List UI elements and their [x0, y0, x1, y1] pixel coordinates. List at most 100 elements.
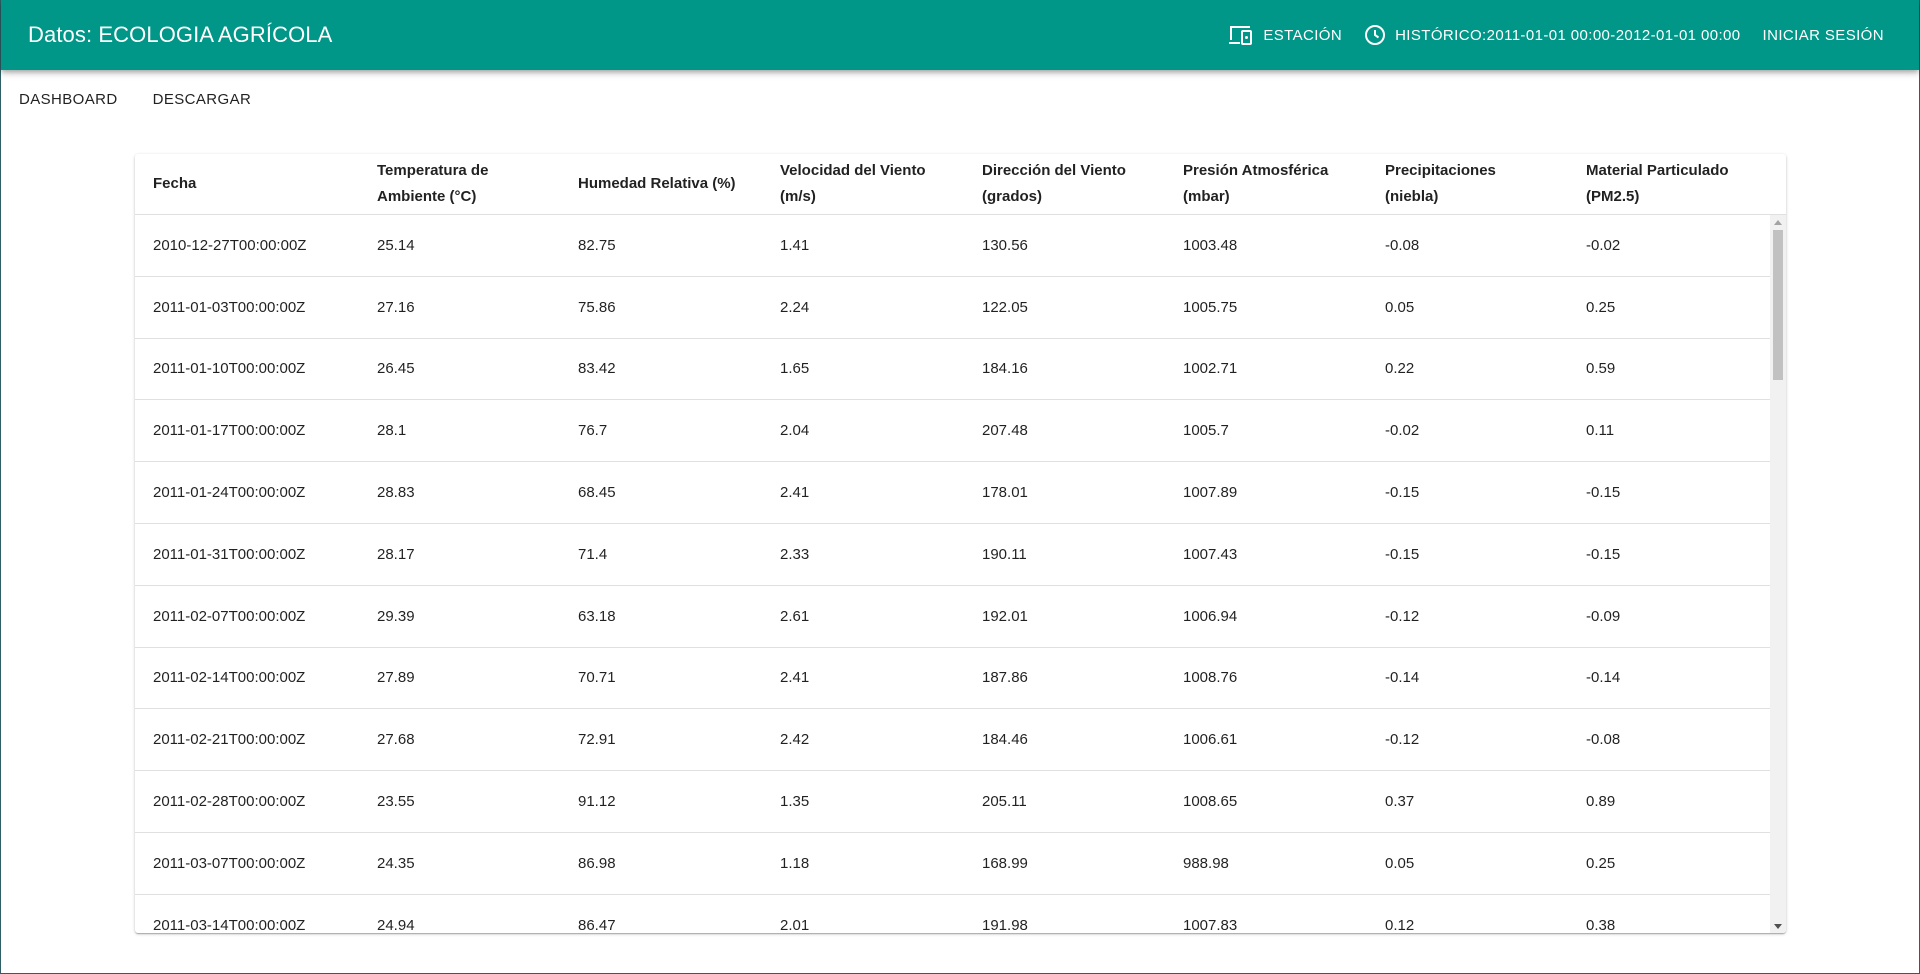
table-cell: 178.01 [982, 484, 1028, 502]
table-cell: 2.01 [780, 916, 810, 933]
table-cell: -0.08 [1586, 731, 1621, 749]
table-cell: 24.35 [377, 854, 415, 872]
table-cell: 86.98 [578, 854, 616, 872]
table-cell: -0.15 [1385, 484, 1420, 502]
table-cell: 68.45 [578, 484, 616, 502]
page-title: Datos: ECOLOGIA AGRÍCOLA [28, 22, 333, 47]
table-cell: 70.71 [578, 669, 616, 687]
table-cell: 1.35 [780, 793, 810, 811]
scroll-up-arrow-icon[interactable] [1770, 215, 1786, 229]
scroll-down-arrow-icon[interactable] [1770, 919, 1786, 933]
table-cell: -0.14 [1586, 669, 1621, 687]
table-cell: 0.25 [1586, 854, 1616, 872]
table-cell: 1008.65 [1183, 793, 1238, 811]
table-row: 2011-01-17T00:00:00Z 28.1 76.7 2.04 207.48 10… [135, 400, 1770, 463]
table-cell: 2011-02-28T00:00:00Z [153, 793, 306, 811]
table-cell: 28.1 [377, 422, 407, 440]
table-cell: 1.65 [780, 360, 810, 378]
history-button[interactable]: HISTÓRICO:2011-01-01 00:00-2012-01-01 00… [1356, 18, 1748, 52]
header-direccion-viento[interactable]: Dirección del Viento (grados) [982, 158, 1126, 210]
table-cell: -0.12 [1385, 607, 1420, 625]
table-cell: 0.59 [1586, 360, 1616, 378]
header-presion[interactable]: Presión Atmosférica (mbar) [1183, 158, 1328, 210]
table-row: 2011-02-14T00:00:00Z 27.89 70.71 2.41 187.86… [135, 648, 1770, 710]
table-cell: 28.17 [377, 545, 415, 563]
data-table: Fecha Temperatura de Ambiente (°C) Humeda… [135, 154, 1786, 933]
table-cell: 1006.94 [1183, 607, 1238, 625]
table-row: 2011-03-07T00:00:00Z 24.35 86.98 1.18 168.99… [135, 833, 1770, 895]
tab-bar: DASHBOARD DESCARGAR [1, 70, 1919, 128]
table-cell: 71.4 [578, 545, 608, 563]
history-label: HISTÓRICO:2011-01-01 00:00-2012-01-01 00… [1395, 26, 1741, 44]
table-cell: 1008.76 [1183, 669, 1238, 687]
table-row: 2011-01-10T00:00:00Z 26.45 83.42 1.65 184.16… [135, 339, 1770, 401]
table-cell: 2.42 [780, 731, 810, 749]
table-cell: 63.18 [578, 607, 616, 625]
table-cell: 2011-01-31T00:00:00Z [153, 545, 306, 563]
table-cell: 1007.89 [1183, 484, 1238, 502]
login-button[interactable]: INICIAR SESIÓN [1755, 21, 1892, 50]
station-button[interactable]: ESTACIÓN [1220, 18, 1350, 52]
table-cell: 184.16 [982, 360, 1028, 378]
table-cell: 0.05 [1385, 298, 1415, 316]
table-cell: 76.7 [578, 422, 608, 440]
table-cell: 28.83 [377, 484, 415, 502]
table-cell: 24.94 [377, 916, 415, 933]
table-cell: 2.41 [780, 484, 810, 502]
header-precipitaciones[interactable]: Precipitaciones (niebla) [1385, 158, 1496, 210]
tab-dashboard[interactable]: DASHBOARD [11, 83, 126, 116]
table-cell: 2011-02-14T00:00:00Z [153, 669, 306, 687]
table-cell: 205.11 [982, 793, 1027, 811]
station-label: ESTACIÓN [1263, 26, 1343, 44]
table-cell: 1007.43 [1183, 545, 1238, 563]
table-cell: 86.47 [578, 916, 616, 933]
table-cell: 27.68 [377, 731, 415, 749]
table-cell: 2011-02-07T00:00:00Z [153, 607, 306, 625]
table-row: 2011-02-07T00:00:00Z 29.39 63.18 2.61 192.01… [135, 586, 1770, 648]
table-cell: 2.04 [780, 422, 810, 440]
table-cell: 1007.83 [1183, 916, 1238, 933]
table-cell: -0.15 [1586, 545, 1621, 563]
table-cell: 207.48 [982, 422, 1028, 440]
table-row: 2010-12-27T00:00:00Z 25.14 82.75 1.41 130.56… [135, 215, 1770, 277]
table-cell: 190.11 [982, 545, 1027, 563]
table-cell: 130.56 [982, 236, 1028, 254]
header-humedad[interactable]: Humedad Relativa (%) [578, 171, 736, 197]
header-velocidad-viento[interactable]: Velocidad del Viento (m/s) [780, 158, 926, 210]
devices-icon [1228, 24, 1254, 46]
table-row: 2011-03-14T00:00:00Z 24.94 86.47 2.01 191.98… [135, 895, 1770, 933]
table-cell: -0.12 [1385, 731, 1420, 749]
table-cell: 2011-02-21T00:00:00Z [153, 731, 306, 749]
table-cell: 82.75 [578, 236, 616, 254]
table-cell: 0.05 [1385, 854, 1415, 872]
table-cell: 2011-03-07T00:00:00Z [153, 854, 306, 872]
table-cell: 1003.48 [1183, 236, 1238, 254]
table-cell: 1002.71 [1183, 360, 1238, 378]
header-material-particulado[interactable]: Material Particulado (PM2.5) [1586, 158, 1729, 210]
table-row: 2011-01-03T00:00:00Z 27.16 75.86 2.24 122.05… [135, 277, 1770, 339]
table-cell: 2011-01-10T00:00:00Z [153, 360, 306, 378]
scrollbar-thumb[interactable] [1773, 230, 1783, 380]
table-cell: 2011-03-14T00:00:00Z [153, 916, 306, 933]
header-fecha[interactable]: Fecha [153, 171, 196, 197]
table-row: 2011-01-24T00:00:00Z 28.83 68.45 2.41 178.01… [135, 462, 1770, 524]
table-cell: -0.02 [1385, 422, 1420, 440]
table-cell: -0.15 [1385, 545, 1420, 563]
vertical-scrollbar[interactable] [1770, 215, 1786, 933]
table-cell: 2.33 [780, 545, 810, 563]
table-cell: 0.12 [1385, 916, 1415, 933]
table-cell: 988.98 [1183, 854, 1229, 872]
header-temperatura[interactable]: Temperatura de Ambiente (°C) [377, 158, 488, 210]
table-cell: 72.91 [578, 731, 616, 749]
table-row: 2011-01-31T00:00:00Z 28.17 71.4 2.33 190.11 1… [135, 524, 1770, 586]
table-cell: 1.18 [780, 854, 810, 872]
table-cell: 0.22 [1385, 360, 1415, 378]
table-cell: 0.25 [1586, 298, 1616, 316]
tab-descargar[interactable]: DESCARGAR [145, 83, 260, 116]
clock-icon [1364, 24, 1386, 46]
table-row: 2011-02-28T00:00:00Z 23.55 91.12 1.35 205.11… [135, 771, 1770, 833]
table-cell: 26.45 [377, 360, 415, 378]
table-cell: -0.09 [1586, 607, 1621, 625]
table-body[interactable]: 2010-12-27T00:00:00Z 25.14 82.75 1.41 130.56… [135, 215, 1770, 933]
table-cell: 0.37 [1385, 793, 1415, 811]
